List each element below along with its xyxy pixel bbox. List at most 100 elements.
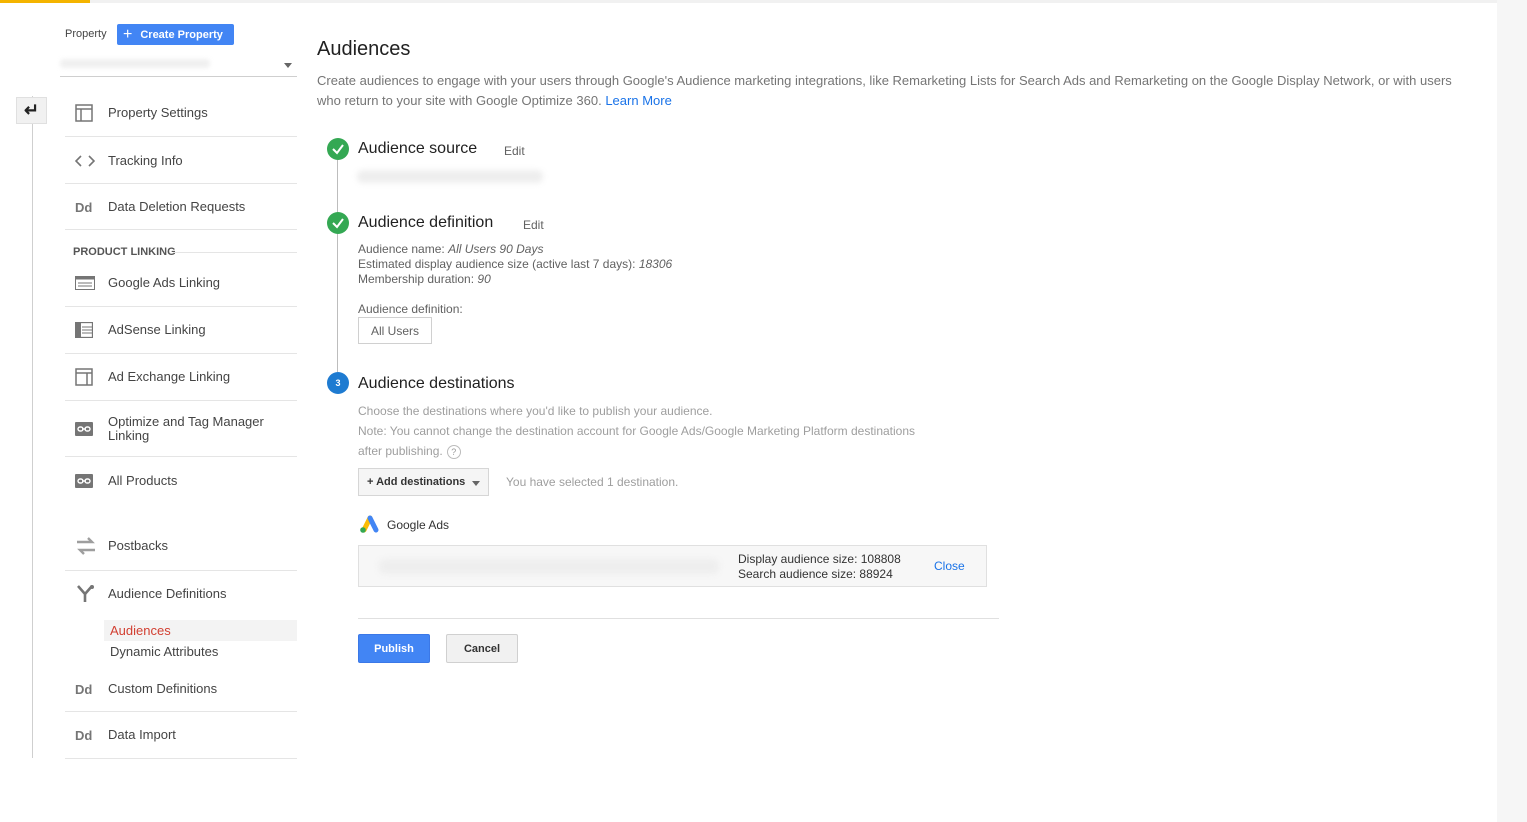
- link-icon: [65, 422, 108, 436]
- step-audience-definition-title: Audience definition: [358, 214, 494, 231]
- sidebar-item-all-products[interactable]: All Products: [65, 469, 297, 493]
- audience-name-value: All Users 90 Days: [448, 242, 544, 256]
- publish-button[interactable]: Publish: [358, 634, 430, 663]
- sidebar-item-label: Optimize and Tag Manager Linking: [108, 414, 264, 443]
- section-heading-line: [173, 252, 297, 253]
- link-icon: [65, 474, 108, 488]
- audience-definition-edit-link[interactable]: Edit: [523, 218, 544, 232]
- destination-account-redacted: [379, 559, 719, 574]
- chevron-down-icon: [472, 481, 480, 486]
- audience-definition-chip[interactable]: All Users: [358, 317, 432, 344]
- create-property-label: Create Property: [140, 28, 223, 41]
- top-accent-bar: [0, 0, 90, 3]
- audience-source-redacted: [357, 170, 543, 183]
- left-rail-line: [32, 96, 33, 758]
- property-selector[interactable]: [60, 54, 297, 77]
- selected-destinations-count: You have selected 1 destination.: [506, 475, 679, 489]
- dd-icon: Dd: [75, 727, 93, 743]
- add-destinations-label: + Add destinations: [367, 476, 466, 488]
- learn-more-link[interactable]: Learn More: [605, 93, 671, 108]
- description-text: Create audiences to engage with your use…: [317, 73, 1452, 108]
- chevron-down-icon: [284, 63, 292, 68]
- list-table-icon: [65, 322, 108, 338]
- audience-definition-label: Audience definition:: [358, 302, 463, 316]
- sidebar-item-label: Tracking Info: [108, 153, 183, 168]
- cancel-button[interactable]: Cancel: [446, 634, 518, 663]
- sidebar-item-label: Google Ads Linking: [108, 275, 221, 290]
- back-arrow-icon: ↵: [23, 100, 40, 120]
- code-brackets-icon: [65, 154, 108, 168]
- sidebar-item-label: Property Settings: [108, 105, 208, 120]
- sidebar-item-label: Ad Exchange Linking: [108, 369, 231, 384]
- audience-size-row: Estimated display audience size (active …: [358, 257, 673, 271]
- divider: [65, 456, 297, 457]
- sidebar-item-label: Data Deletion Requests: [108, 199, 246, 214]
- section-heading-product-linking: PRODUCT LINKING: [73, 246, 176, 258]
- destination-account-row: Display audience size: 108808 Search aud…: [358, 545, 987, 587]
- divider: [65, 306, 297, 307]
- membership-duration-value: 90: [477, 272, 491, 286]
- dd-icon: Dd: [75, 681, 93, 697]
- sidebar-item-google-ads-linking[interactable]: Google Ads Linking: [65, 271, 297, 295]
- close-link[interactable]: Close: [934, 559, 965, 573]
- fork-icon: [65, 584, 108, 604]
- property-label: Property: [65, 28, 107, 40]
- property-name-redacted: [60, 59, 210, 68]
- page-title: Audiences: [317, 38, 411, 60]
- sidebar-item-custom-definitions[interactable]: Dd Custom Definitions: [65, 677, 297, 701]
- add-destinations-dropdown[interactable]: + Add destinations: [358, 468, 489, 496]
- back-arrow-button[interactable]: ↵: [16, 97, 47, 124]
- plus-icon: +: [123, 25, 133, 43]
- sidebar-subitem-audiences[interactable]: Audiences: [104, 620, 297, 641]
- sidebar-item-postbacks[interactable]: Postbacks: [65, 534, 297, 558]
- check-icon: [327, 212, 349, 234]
- search-audience-size: Search audience size: 88924: [738, 567, 893, 581]
- divider: [65, 136, 297, 137]
- sidebar-item-label: Data Import: [108, 727, 176, 742]
- step-number-badge: 3: [327, 372, 349, 394]
- sidebar-item-label: Custom Definitions: [108, 681, 218, 696]
- right-gutter: [1497, 0, 1527, 822]
- membership-duration-row: Membership duration: 90: [358, 272, 491, 286]
- sidebar-item-data-import[interactable]: Dd Data Import: [65, 723, 297, 747]
- divider: [65, 711, 297, 712]
- destination-name: Google Ads: [387, 518, 450, 532]
- divider: [65, 400, 297, 401]
- sidebar-item-label: AdSense Linking: [108, 322, 206, 337]
- page-layout-icon: [65, 104, 108, 122]
- page-description: Create audiences to engage with your use…: [317, 71, 1477, 111]
- sidebar-item-label: All Products: [108, 473, 178, 488]
- sidebar-item-data-deletion-requests[interactable]: Dd Data Deletion Requests: [65, 195, 297, 219]
- sidebar-item-property-settings[interactable]: Property Settings: [65, 101, 297, 125]
- divider: [65, 229, 297, 230]
- sidebar-item-adsense-linking[interactable]: AdSense Linking: [65, 318, 297, 342]
- divider: [358, 618, 999, 619]
- list-icon: [65, 276, 108, 290]
- destinations-note-continued: after publishing.?: [358, 441, 461, 461]
- divider: [65, 353, 297, 354]
- sidebar-subitem-dynamic-attributes[interactable]: Dynamic Attributes: [104, 641, 297, 662]
- step-audience-source-title: Audience source: [358, 140, 478, 157]
- arrows-swap-icon: [65, 535, 108, 557]
- top-border: [90, 0, 1497, 3]
- audience-size-value: 18306: [638, 257, 673, 271]
- google-ads-logo-icon: [360, 515, 379, 533]
- destinations-note: Note: You cannot change the destination …: [358, 424, 916, 438]
- sidebar-item-ad-exchange-linking[interactable]: Ad Exchange Linking: [65, 365, 297, 389]
- sidebar-item-tracking-info[interactable]: Tracking Info: [65, 149, 297, 173]
- divider: [65, 758, 297, 759]
- create-property-button[interactable]: + Create Property: [117, 24, 234, 45]
- help-icon[interactable]: ?: [446, 444, 461, 459]
- sidebar-item-audience-definitions[interactable]: Audience Definitions: [65, 582, 297, 606]
- check-icon: [327, 138, 349, 160]
- audience-source-edit-link[interactable]: Edit: [504, 144, 525, 158]
- stepper-line: [337, 160, 338, 372]
- dd-icon: Dd: [75, 199, 93, 215]
- sidebar-item-label: Audience Definitions: [108, 586, 227, 601]
- divider: [65, 570, 297, 571]
- destination-sizes: Display audience size: 108808 Search aud…: [738, 552, 901, 582]
- sidebar-item-label: Postbacks: [108, 538, 168, 553]
- sidebar-item-optimize-tag-manager-linking[interactable]: Optimize and Tag Manager Linking: [65, 413, 297, 445]
- page-layout-icon: [65, 368, 108, 386]
- destinations-instruction: Choose the destinations where you'd like…: [358, 404, 713, 418]
